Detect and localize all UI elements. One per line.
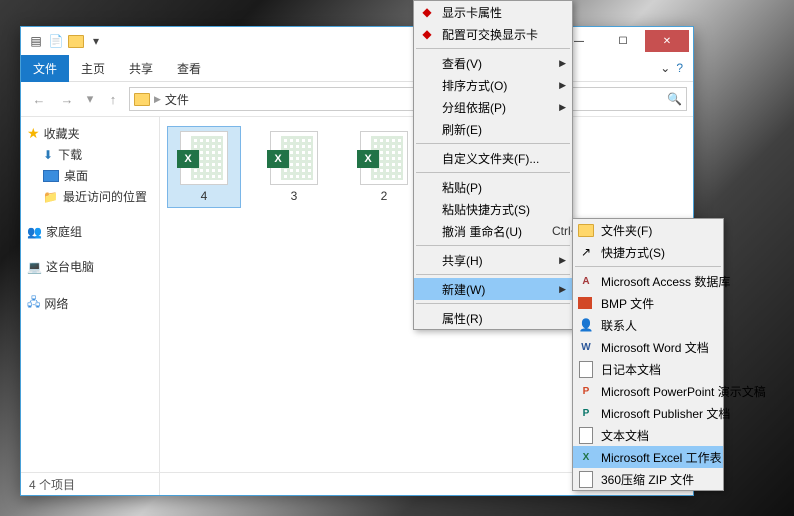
sidebar-homegroup[interactable]: 👥家庭组: [25, 221, 155, 242]
homegroup-icon: 👥: [27, 225, 42, 239]
history-dropdown[interactable]: ▾: [83, 87, 97, 111]
new-ppt[interactable]: PMicrosoft PowerPoint 演示文稿: [573, 380, 723, 402]
menu-paste-shortcut[interactable]: 粘贴快捷方式(S): [414, 198, 572, 220]
menu-gpu-config[interactable]: ◆配置可交换显示卡: [414, 23, 572, 45]
menu-paste[interactable]: 粘贴(P): [414, 176, 572, 198]
sidebar-network[interactable]: 🖧网络: [25, 291, 155, 316]
network-icon: 🖧: [27, 293, 40, 314]
tab-file[interactable]: 文件: [21, 55, 69, 82]
chevron-right-icon: ▶: [559, 102, 566, 113]
new-folder[interactable]: 文件夹(F): [573, 219, 723, 241]
zip-icon: [578, 471, 594, 487]
txt-icon: [578, 427, 594, 443]
new-access[interactable]: AMicrosoft Access 数据库: [573, 270, 723, 292]
ati-icon: ◆: [419, 4, 435, 20]
sidebar-thispc[interactable]: 💻这台电脑: [25, 256, 155, 277]
status-count: 4 个项目: [29, 476, 75, 493]
menu-sort[interactable]: 排序方式(O)▶: [414, 74, 572, 96]
access-icon: A: [578, 273, 594, 289]
excel-file-icon: X: [180, 131, 228, 185]
new-publisher[interactable]: PMicrosoft Publisher 文档: [573, 402, 723, 424]
journal-icon: [578, 361, 594, 377]
new-contact[interactable]: 👤联系人: [573, 314, 723, 336]
new-bmp[interactable]: BMP 文件: [573, 292, 723, 314]
excel-file-icon: X: [360, 131, 408, 185]
recent-icon: 📁: [43, 190, 58, 204]
help-icon[interactable]: ?: [676, 61, 683, 75]
file-name: 4: [201, 189, 208, 203]
publisher-icon: P: [578, 405, 594, 421]
menu-share[interactable]: 共享(H)▶: [414, 249, 572, 271]
menu-gpu-props[interactable]: ◆显示卡属性: [414, 1, 572, 23]
folder-icon: [134, 93, 150, 106]
close-button[interactable]: ✕: [645, 30, 689, 52]
titlebar: ▤ 📄 ▾ 文件 — ☐ ✕: [21, 27, 693, 55]
file-name: 3: [291, 189, 298, 203]
new-txt[interactable]: 文本文档: [573, 424, 723, 446]
tab-view[interactable]: 查看: [165, 55, 213, 82]
qat-down-icon[interactable]: ▾: [87, 32, 105, 50]
bmp-icon: [578, 297, 592, 309]
navbar: ← → ▾ ↑ ▶ 文件 ▾ ↻ 🔍: [21, 82, 693, 117]
sidebar-favorites[interactable]: ★收藏夹: [25, 123, 155, 144]
new-submenu: 文件夹(F) ↗快捷方式(S) AMicrosoft Access 数据库 BM…: [572, 218, 724, 491]
ppt-icon: P: [578, 383, 594, 399]
new-journal[interactable]: 日记本文档: [573, 358, 723, 380]
ribbon-tabs: 文件 主页 共享 查看 ⌄ ?: [21, 55, 693, 82]
new-word[interactable]: WMicrosoft Word 文档: [573, 336, 723, 358]
sidebar-item-recent[interactable]: 📁最近访问的位置: [25, 186, 155, 207]
qat-folder-icon[interactable]: [67, 32, 85, 50]
excel-file-icon: X: [270, 131, 318, 185]
sidebar: ★收藏夹 ⬇下载 桌面 📁最近访问的位置 👥家庭组 💻这台电脑 🖧网络: [21, 117, 160, 495]
system-menu-icon[interactable]: ▤: [27, 32, 45, 50]
ati-icon: ◆: [419, 26, 435, 42]
chevron-right-icon: ▶: [559, 284, 566, 295]
file-item[interactable]: X 3: [258, 127, 330, 207]
menu-undo[interactable]: 撤消 重命名(U)Ctrl+Z: [414, 220, 572, 242]
file-item[interactable]: X 4: [168, 127, 240, 207]
menu-view[interactable]: 查看(V)▶: [414, 52, 572, 74]
menu-refresh[interactable]: 刷新(E): [414, 118, 572, 140]
desktop-icon: [43, 170, 59, 182]
ribbon-expand-icon[interactable]: ⌄: [660, 61, 670, 75]
menu-customize[interactable]: 自定义文件夹(F)...: [414, 147, 572, 169]
star-icon: ★: [27, 125, 40, 142]
excel-icon: X: [578, 449, 594, 465]
search-icon: 🔍: [667, 92, 682, 106]
chevron-right-icon: ▶: [559, 255, 566, 266]
file-name: 2: [381, 189, 388, 203]
chevron-right-icon: ▶: [559, 58, 566, 69]
pc-icon: 💻: [27, 260, 42, 274]
download-icon: ⬇: [43, 148, 53, 162]
new-excel[interactable]: XMicrosoft Excel 工作表: [573, 446, 723, 468]
qat-new-icon[interactable]: 📄: [47, 32, 65, 50]
folder-icon: [578, 222, 594, 238]
sidebar-item-desktop[interactable]: 桌面: [25, 165, 155, 186]
menu-group[interactable]: 分组依据(P)▶: [414, 96, 572, 118]
new-zip[interactable]: 360压缩 ZIP 文件: [573, 468, 723, 490]
sidebar-item-downloads[interactable]: ⬇下载: [25, 144, 155, 165]
word-icon: W: [578, 339, 594, 355]
context-menu: ◆显示卡属性 ◆配置可交换显示卡 查看(V)▶ 排序方式(O)▶ 分组依据(P)…: [413, 0, 573, 330]
file-item[interactable]: X 2: [348, 127, 420, 207]
maximize-button[interactable]: ☐: [601, 30, 645, 52]
address-chevron-icon: ▶: [154, 94, 161, 105]
contact-icon: 👤: [578, 317, 594, 333]
menu-new[interactable]: 新建(W)▶: [414, 278, 572, 300]
chevron-right-icon: ▶: [559, 80, 566, 91]
forward-button[interactable]: →: [55, 87, 79, 111]
menu-properties[interactable]: 属性(R): [414, 307, 572, 329]
tab-share[interactable]: 共享: [117, 55, 165, 82]
breadcrumb[interactable]: 文件: [165, 91, 189, 108]
tab-home[interactable]: 主页: [69, 55, 117, 82]
up-button[interactable]: ↑: [101, 87, 125, 111]
new-shortcut[interactable]: ↗快捷方式(S): [573, 241, 723, 263]
shortcut-icon: ↗: [578, 244, 594, 260]
back-button[interactable]: ←: [27, 87, 51, 111]
